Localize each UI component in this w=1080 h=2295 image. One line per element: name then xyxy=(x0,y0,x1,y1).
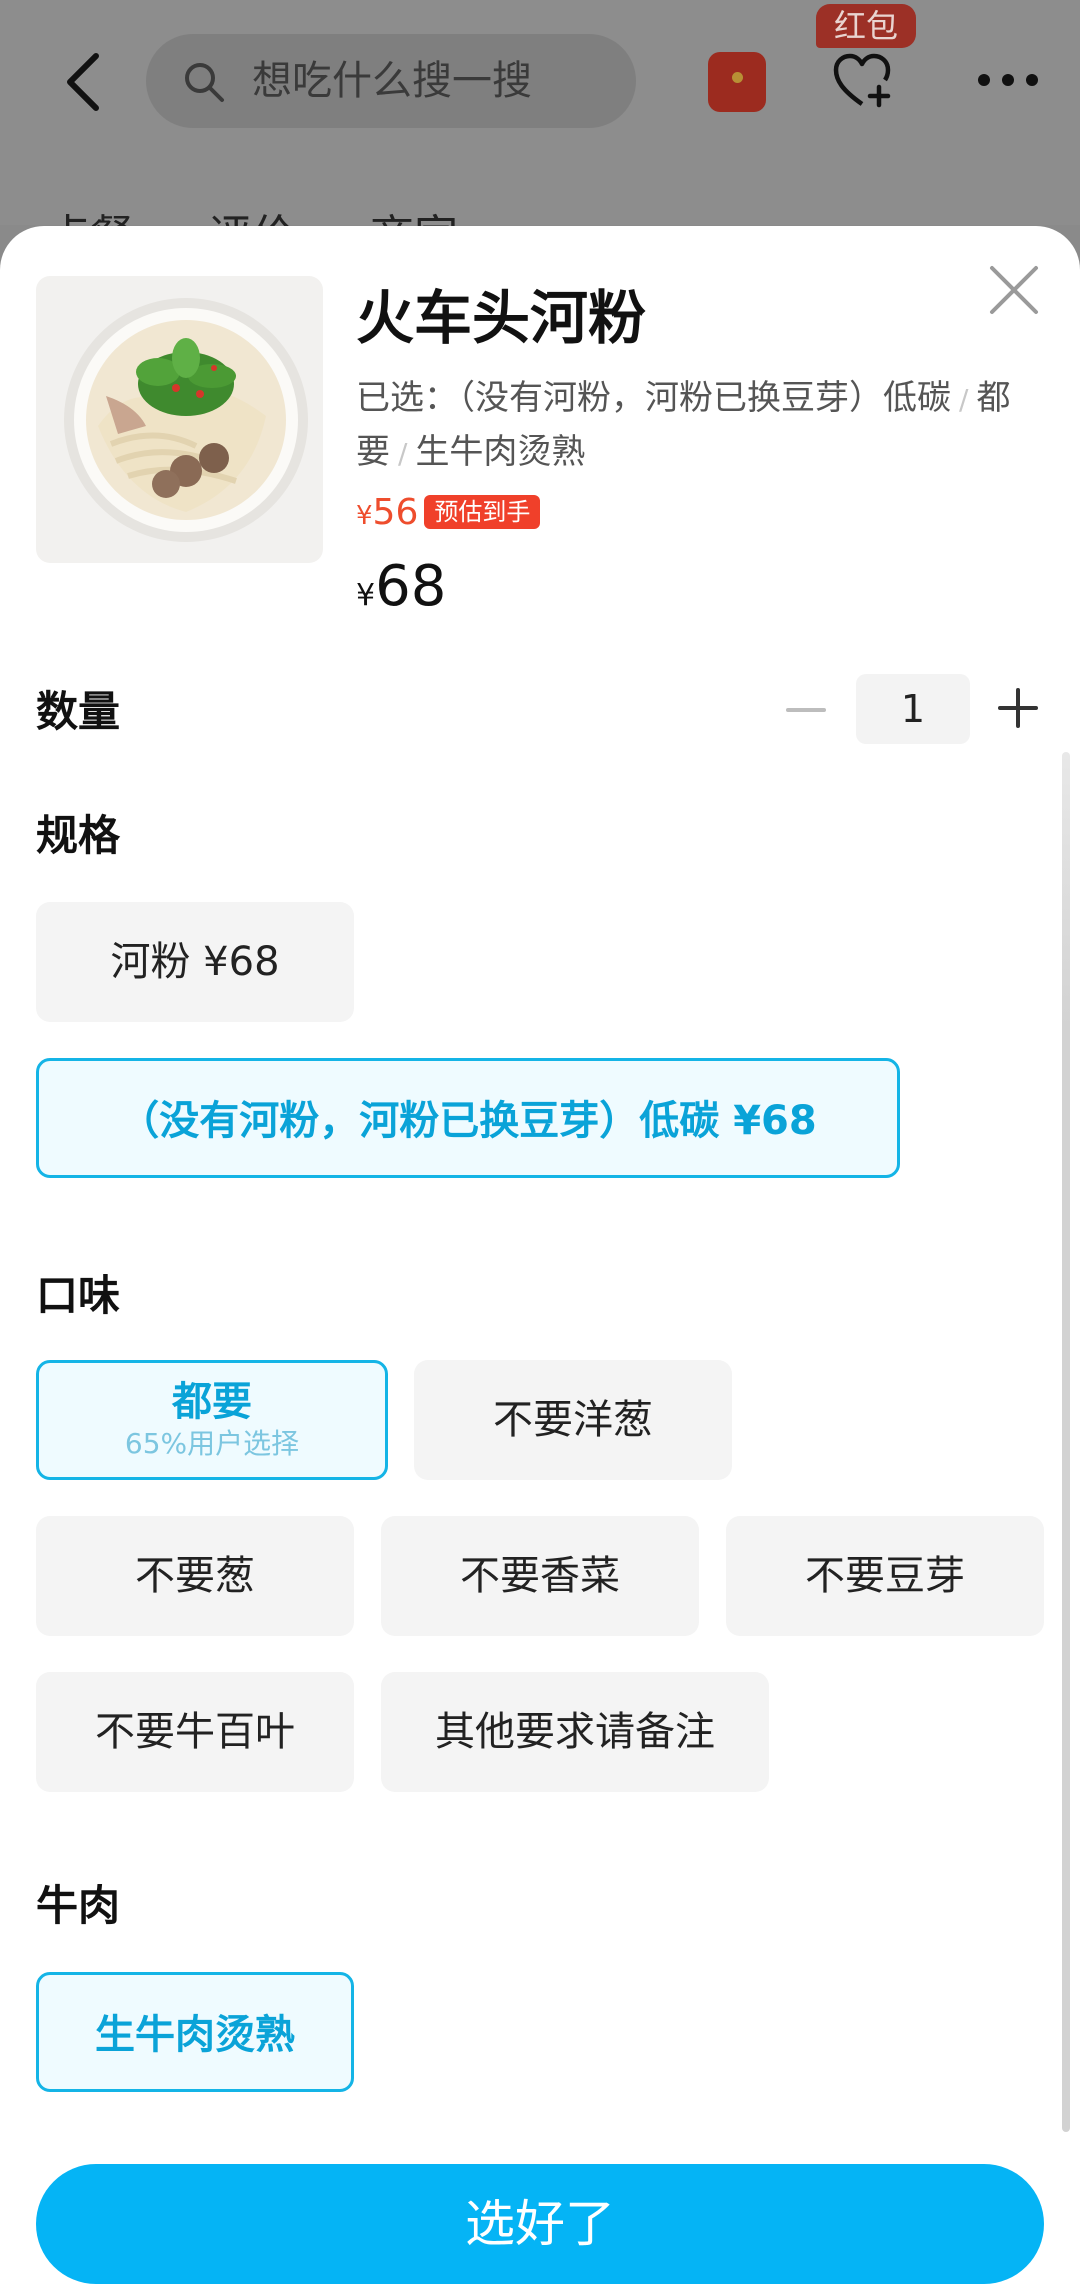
price-value: 68 xyxy=(375,554,447,619)
dimmed-header: 想吃什么搜一搜 红包 点餐 评价 商家 xyxy=(0,0,1080,262)
spec-label: 规格 xyxy=(36,811,121,860)
selected-item: 生牛肉烫熟 xyxy=(415,432,586,472)
flavor-option[interactable]: 其他要求请备注 xyxy=(381,1672,769,1792)
favorite-add-icon[interactable] xyxy=(832,52,892,112)
plus-icon[interactable] xyxy=(998,688,1038,728)
separator: / xyxy=(398,437,408,470)
quantity-label: 数量 xyxy=(36,687,121,736)
back-arrow-icon[interactable] xyxy=(60,52,108,112)
selected-item: （没有河粉，河粉已换豆芽）低碳 xyxy=(458,378,951,418)
flavor-option-label: 都要 xyxy=(172,1379,252,1425)
scrollbar[interactable] xyxy=(1062,752,1070,2132)
minus-icon[interactable] xyxy=(786,690,826,730)
separator: / xyxy=(959,383,969,416)
estimated-price: ¥56 预估到手 xyxy=(356,492,541,536)
spec-option[interactable]: 河粉 ¥68 xyxy=(36,902,354,1022)
confirm-button[interactable]: 选好了 xyxy=(36,2164,1044,2284)
selected-summary: 已选：（没有河粉，河粉已换豆芽）低碳 / 都要 / 生牛肉烫熟 xyxy=(356,372,1056,480)
beef-label: 牛肉 xyxy=(36,1881,121,1930)
dish-price: ¥68 xyxy=(356,554,446,629)
search-placeholder: 想吃什么搜一搜 xyxy=(252,58,532,104)
selected-prefix: 已选： xyxy=(356,378,458,418)
flavor-option[interactable]: 不要豆芽 xyxy=(726,1516,1044,1636)
spec-option[interactable]: （没有河粉，河粉已换豆芽）低碳 ¥68 xyxy=(36,1058,900,1178)
search-icon xyxy=(185,63,224,102)
flavor-option[interactable]: 不要洋葱 xyxy=(414,1360,732,1480)
price-currency: ¥ xyxy=(356,578,376,613)
flavor-option[interactable]: 不要葱 xyxy=(36,1516,354,1636)
estimated-tag: 预估到手 xyxy=(424,495,541,529)
beef-option[interactable]: 生牛肉烫熟 xyxy=(36,1972,354,2092)
flavor-option[interactable]: 不要香菜 xyxy=(381,1516,699,1636)
red-packet-badge: 红包 xyxy=(816,4,916,48)
more-icon[interactable] xyxy=(976,72,1040,88)
flavor-option-hint: 65%用户选择 xyxy=(124,1427,300,1457)
red-packet-icon[interactable] xyxy=(708,52,766,112)
close-icon[interactable] xyxy=(988,264,1040,316)
estimated-value: 56 xyxy=(372,492,419,533)
quantity-value[interactable]: 1 xyxy=(856,674,970,744)
estimated-currency: ¥ xyxy=(356,501,373,531)
dish-image xyxy=(36,276,323,563)
flavor-option[interactable]: 都要 65%用户选择 xyxy=(36,1360,388,1480)
dish-name: 火车头河粉 xyxy=(356,284,647,352)
flavor-option[interactable]: 不要牛百叶 xyxy=(36,1672,354,1792)
search-bar[interactable]: 想吃什么搜一搜 xyxy=(146,34,636,128)
flavor-label: 口味 xyxy=(36,1271,121,1320)
